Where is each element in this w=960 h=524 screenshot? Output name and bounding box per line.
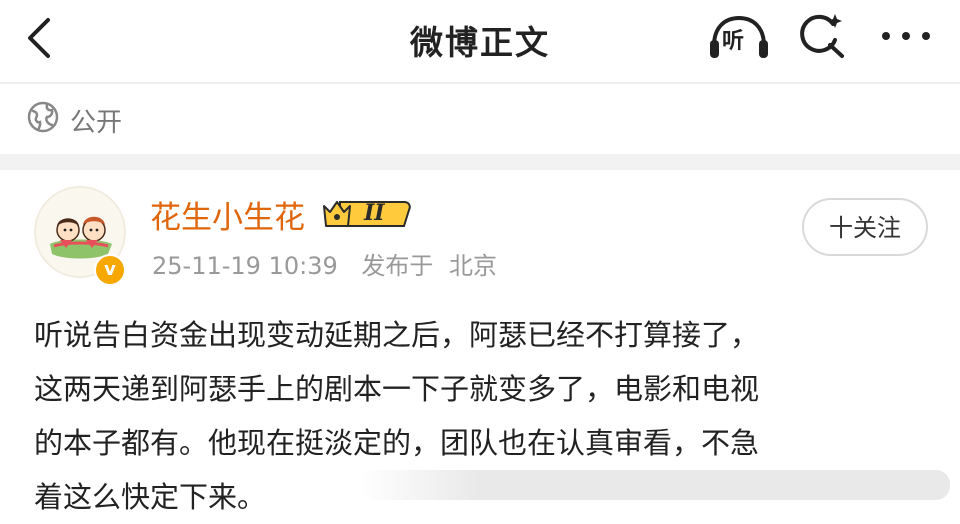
verified-badge: v — [94, 254, 126, 286]
post-time: 25-11-19 10:39 — [152, 252, 338, 280]
globe-icon — [27, 101, 59, 133]
post-location: 北京 — [449, 252, 498, 280]
search-icon — [800, 14, 844, 58]
visibility-label: 公开 — [70, 108, 123, 138]
author-name[interactable]: 花生小生花 — [150, 192, 305, 237]
more-icon — [882, 32, 930, 40]
member-rank-badge[interactable]: II — [320, 196, 412, 232]
post-text-line: 这两天递到阿瑟手上的剧本一下子就变多了，电影和电视 — [34, 372, 760, 406]
post-text-line: 听说告白资金出现变动延期之后，阿瑟已经不打算接了， — [34, 318, 760, 352]
follow-button[interactable]: 十关注 — [802, 198, 928, 256]
rank-label: II — [364, 200, 385, 226]
listen-button[interactable]: 听 — [708, 12, 770, 60]
visibility-row — [0, 84, 960, 154]
more-options-button[interactable] — [876, 18, 936, 54]
listen-label: 听 — [722, 29, 745, 54]
post-text-line: 的本子都有。他现在挺淡定的，团队也在认真审看，不急 — [34, 426, 760, 460]
section-separator — [0, 154, 960, 170]
blurred-watermark — [360, 470, 950, 500]
location-prefix: 发布于 — [361, 252, 434, 280]
post-meta: 25-11-19 10:39 发布于 北京 — [152, 246, 497, 281]
search-button[interactable] — [795, 10, 849, 62]
top-navigation-bar: 微博正文 听 — [0, 0, 960, 82]
